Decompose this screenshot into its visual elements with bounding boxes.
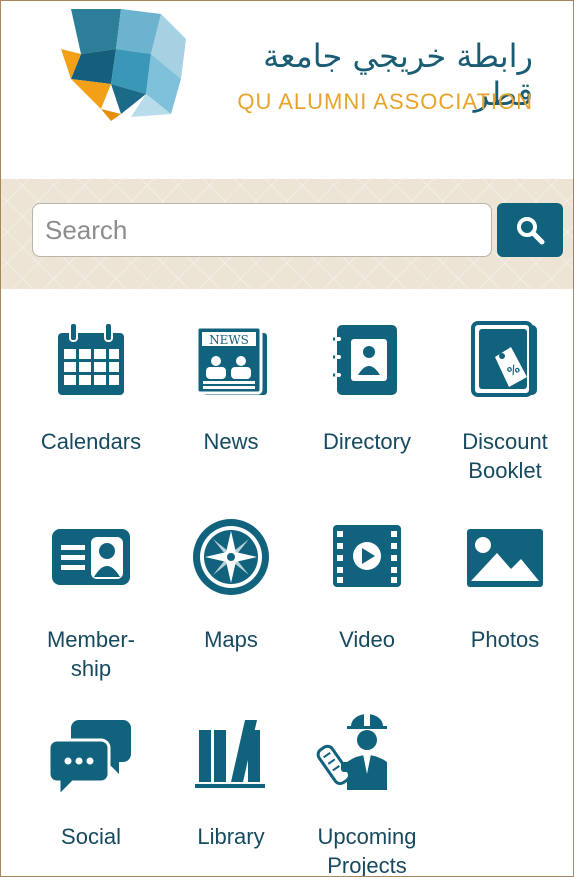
tile-label: Member- ship <box>46 627 135 681</box>
tile-label: News <box>203 429 259 454</box>
calendar-icon <box>58 322 124 395</box>
address-book-icon <box>333 325 397 395</box>
tile-upcoming-projects[interactable]: Upcoming Projects <box>297 714 437 876</box>
tile-library[interactable]: Library <box>161 714 301 876</box>
search-bar <box>1 179 573 289</box>
tile-video[interactable]: Video <box>297 517 437 687</box>
tile-calendars[interactable]: Calendars <box>21 319 161 489</box>
tile-label: Video <box>339 627 395 652</box>
tile-label: Directory <box>322 429 411 454</box>
tile-label: Maps <box>204 627 258 652</box>
qu-alumni-logo-icon <box>61 9 186 121</box>
tile-label: Upcoming Projects <box>317 824 417 877</box>
svg-text:NEWS: NEWS <box>209 333 249 347</box>
tile-label: Discount Booklet <box>462 429 548 483</box>
tile-membership[interactable]: Member- ship <box>21 517 161 687</box>
app-screen: رابطة خريجي جامعة قطر QU ALUMNI ASSOCIAT… <box>0 0 574 877</box>
tile-label: Social <box>61 824 121 849</box>
newspaper-icon: NEWS <box>195 325 267 395</box>
search-icon <box>517 217 545 245</box>
tile-label: Photos <box>470 627 540 652</box>
video-icon <box>333 525 401 587</box>
header: رابطة خريجي جامعة قطر QU ALUMNI ASSOCIAT… <box>1 1 573 179</box>
search-input[interactable] <box>32 203 492 257</box>
logo-english-text: QU ALUMNI ASSOCIATION <box>237 89 533 114</box>
tile-news[interactable]: NEWS News <box>161 319 301 489</box>
tile-social[interactable]: Social <box>21 714 161 876</box>
tile-maps[interactable]: Maps <box>161 517 301 687</box>
engineer-icon <box>316 714 387 790</box>
chat-bubbles-icon <box>47 720 131 800</box>
tile-label: Library <box>197 824 265 849</box>
discount-booklet-icon: % <box>471 321 537 397</box>
tile-photos[interactable]: Photos <box>435 517 573 687</box>
tile-discount-booklet[interactable]: % Discount Booklet <box>435 319 573 489</box>
membership-card-icon <box>52 529 130 585</box>
books-icon <box>195 720 265 788</box>
photo-icon <box>467 529 543 587</box>
compass-icon <box>193 519 269 595</box>
tile-label: Calendars <box>40 429 142 454</box>
search-button[interactable] <box>497 203 563 257</box>
tile-directory[interactable]: Directory <box>297 319 437 489</box>
